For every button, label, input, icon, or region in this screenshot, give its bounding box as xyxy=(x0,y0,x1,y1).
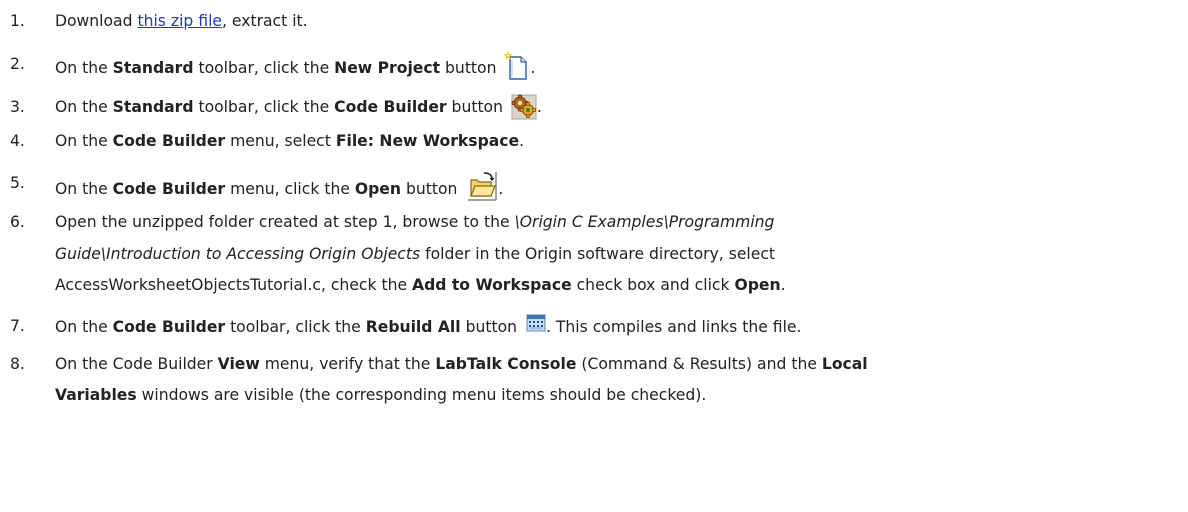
code-builder-label: Code Builder xyxy=(334,98,447,116)
step-text-part: On the Code Builder xyxy=(55,355,218,373)
standard-toolbar-label: Standard xyxy=(112,98,194,116)
step-text-line-2: Variables windows are visible (the corre… xyxy=(55,382,1168,408)
labtalk-console-label: LabTalk Console xyxy=(435,355,577,373)
step-text: Download this zip file, extract it. xyxy=(55,8,1168,34)
local-variables-label: Local xyxy=(821,355,868,373)
step-text-part: . This compiles and links the file. xyxy=(545,318,802,336)
open-folder-icon xyxy=(466,170,498,202)
tutorial-steps-page: { "steps": [ { "num": "1.", "pre": "Down… xyxy=(0,0,1188,512)
step-text-part: (Command & Results) and the xyxy=(576,355,822,373)
step-text-part: button xyxy=(460,318,518,336)
standard-toolbar-label: Standard xyxy=(112,59,194,77)
step-text-part: windows are visible (the corresponding m… xyxy=(136,386,707,404)
rebuild-all-icon xyxy=(526,313,546,333)
step-text-part: menu, select xyxy=(225,132,336,150)
step-text-part: toolbar, click the xyxy=(225,318,366,336)
step-text-part: toolbar, click the xyxy=(193,98,335,116)
step-text-part: On the xyxy=(55,180,113,198)
step-text-part: toolbar, click the xyxy=(193,59,335,77)
open-label: Open xyxy=(734,276,781,294)
step-text-part: button xyxy=(401,180,458,198)
step-text-part: , extract it. xyxy=(222,12,308,30)
step-text-part: . xyxy=(530,59,536,77)
new-workspace-label: File: New Workspace xyxy=(335,132,520,150)
step-text-part: button xyxy=(446,98,503,116)
open-label: Open xyxy=(354,180,401,198)
step-text-line-1: On the Code Builder View menu, verify th… xyxy=(55,351,1168,377)
step-number: 7. xyxy=(10,317,25,335)
step-text-line-3: AccessWorksheetObjectsTutorial.c, check … xyxy=(55,272,1168,298)
step-text-part: On the xyxy=(55,132,113,150)
step-text-part: . xyxy=(498,180,504,198)
zip-file-link[interactable]: this zip file xyxy=(137,12,222,30)
step-number: 8. xyxy=(10,355,25,373)
code-builder-label: Code Builder xyxy=(112,132,226,150)
step-text-part: On the xyxy=(55,98,113,116)
step-number: 6. xyxy=(10,213,25,231)
rebuild-all-label: Rebuild All xyxy=(365,318,461,336)
view-menu-label: View xyxy=(217,355,260,373)
step-number: 3. xyxy=(10,98,25,116)
local-variables-label: Variables xyxy=(55,386,137,404)
step-number: 2. xyxy=(10,55,25,73)
step-text-part: AccessWorksheetObjectsTutorial.c, check … xyxy=(55,276,413,294)
step-number: 1. xyxy=(10,12,25,30)
step-text: On the Code Builder menu, select File: N… xyxy=(55,128,1168,154)
step-text-part: On the xyxy=(55,59,113,77)
step-number: 5. xyxy=(10,174,25,192)
add-to-workspace-label: Add to Workspace xyxy=(412,276,572,294)
step-text-part: . xyxy=(536,98,542,116)
step-text-part: button xyxy=(440,59,497,77)
step-text: On the Standard toolbar, click the Code … xyxy=(55,94,1168,120)
step-text: On the Code Builder menu, click the Open… xyxy=(55,170,1168,202)
step-text-part: Download xyxy=(55,12,138,30)
step-text: On the Code Builder toolbar, click the R… xyxy=(55,313,1168,340)
step-text-part: Open the unzipped folder created at step… xyxy=(55,213,515,231)
step-text: On the Standard toolbar, click the New P… xyxy=(55,51,1168,81)
code-builder-label: Code Builder xyxy=(112,180,226,198)
step-text-line-1: Open the unzipped folder created at step… xyxy=(55,209,1168,235)
new-project-icon xyxy=(504,51,530,81)
step-number: 4. xyxy=(10,132,25,150)
code-builder-icon xyxy=(511,94,537,120)
step-text-line-2: Guide\Introduction to Accessing Origin O… xyxy=(55,241,1168,267)
folder-path-part-1: \Origin C Examples\Programming xyxy=(514,213,775,231)
step-text-part: . xyxy=(519,132,525,150)
new-project-label: New Project xyxy=(334,59,441,77)
step-text-part: On the xyxy=(55,318,113,336)
step-text-part: check box and click xyxy=(571,276,735,294)
step-text-part: menu, click the xyxy=(225,180,355,198)
code-builder-label: Code Builder xyxy=(112,318,226,336)
step-text-part: menu, verify that the xyxy=(259,355,436,373)
folder-path-part-2: Guide\Introduction to Accessing Origin O… xyxy=(55,245,421,263)
step-text-part: folder in the Origin software directory,… xyxy=(420,245,776,263)
step-text-part: . xyxy=(780,276,786,294)
